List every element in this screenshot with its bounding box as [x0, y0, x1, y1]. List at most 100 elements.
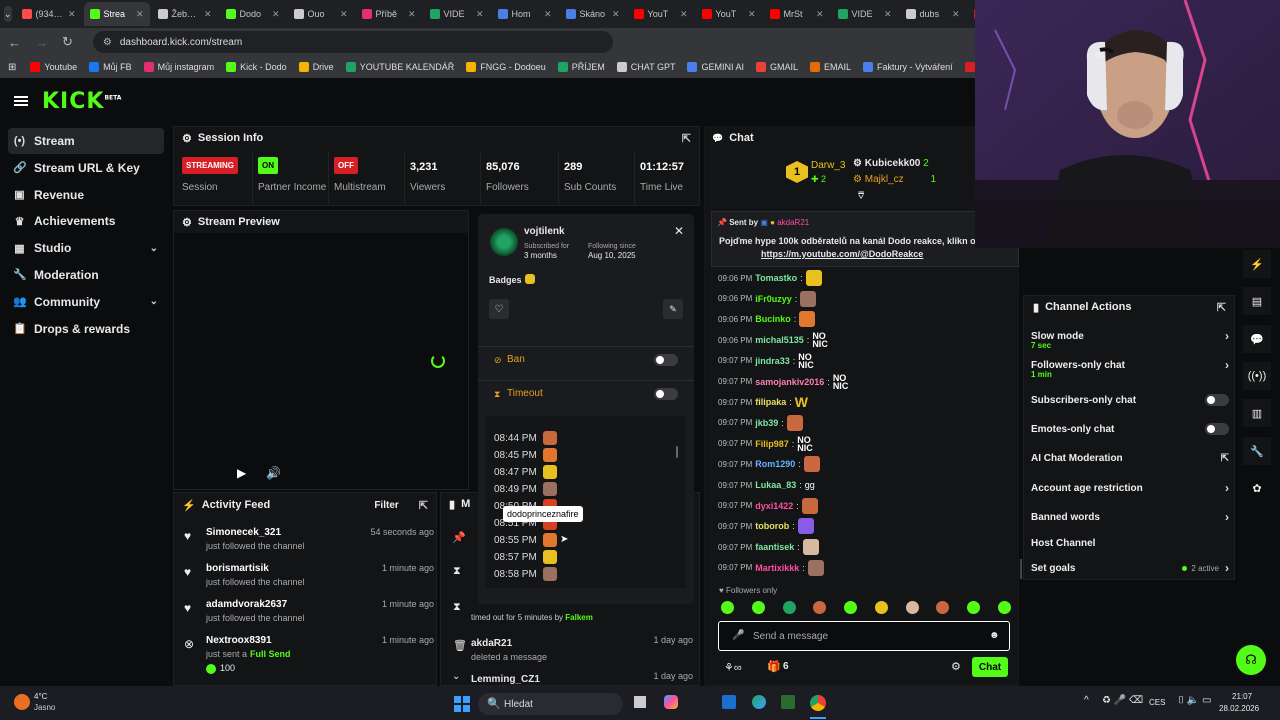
chevron-right-icon[interactable]: ›: [1225, 481, 1229, 495]
chat-username[interactable]: filipaka: [755, 397, 786, 407]
popout-icon[interactable]: ⇱: [419, 499, 428, 512]
broadcast-icon[interactable]: ((•)): [1243, 362, 1271, 390]
kick-logo[interactable]: KICKBETA: [42, 89, 121, 114]
external-link-icon[interactable]: ⇱: [1221, 453, 1229, 464]
reload-icon[interactable]: ↻: [62, 34, 73, 50]
chat-username[interactable]: Lukaa_83: [755, 480, 796, 490]
bookmark[interactable]: PŘÍJEM: [557, 62, 605, 72]
sidebar-item-achievements[interactable]: ♛ Achievements: [8, 208, 164, 234]
channel-action-account-age-restriction[interactable]: Account age restriction ›: [1031, 481, 1229, 495]
channel-action-set-goals[interactable]: Set goals 2 active ›: [1031, 561, 1229, 575]
chat-username[interactable]: Rom1290: [755, 459, 795, 469]
sidebar-item-stream[interactable]: (•) Stream: [8, 128, 164, 154]
copilot-icon[interactable]: [664, 695, 678, 709]
tab-menu-button[interactable]: ⌄: [4, 6, 12, 22]
user-card-username[interactable]: vojtilenk: [524, 226, 565, 237]
sidebar-item-community[interactable]: 👥 Community ⌄: [8, 289, 164, 315]
chat-message[interactable]: 09:06 PM Tomastko:: [718, 269, 822, 287]
mic-icon[interactable]: 🎤: [732, 630, 744, 641]
chat-username[interactable]: Martixikkk: [755, 563, 799, 573]
close-tab-icon[interactable]: ✕: [272, 9, 280, 20]
chat-username[interactable]: dyxi1422: [755, 501, 793, 511]
volume-icon[interactable]: 🔊: [266, 466, 281, 480]
chat-username[interactable]: faantisek: [755, 542, 794, 552]
close-tab-icon[interactable]: ✕: [136, 9, 144, 20]
chat-input[interactable]: 🎤 Send a message ☻: [718, 621, 1010, 651]
quick-action-icon[interactable]: ⚡: [1243, 250, 1271, 278]
taskbar-search[interactable]: 🔍 Hledat: [478, 693, 623, 715]
popout-icon[interactable]: ⇱: [682, 132, 691, 145]
emote-icon[interactable]: [721, 601, 734, 614]
browser-tab[interactable]: dubs ✕: [900, 2, 966, 26]
close-tab-icon[interactable]: ✕: [68, 9, 76, 20]
browser-tab[interactable]: Ruš✕: [968, 2, 975, 26]
emote-icon[interactable]: [751, 601, 765, 614]
menu-icon[interactable]: [14, 96, 28, 106]
browser-tab[interactable]: VIDE ✕: [832, 2, 898, 26]
send-chat-button[interactable]: Chat: [972, 657, 1008, 677]
bookmark[interactable]: EMAIL: [809, 62, 851, 72]
close-tab-icon[interactable]: ✕: [748, 9, 756, 20]
chat-username[interactable]: iFr0uzyy: [755, 294, 792, 304]
leaderboard-entry[interactable]: ⚙ Kubicekk00 2: [853, 158, 929, 169]
chrome-icon[interactable]: [810, 695, 826, 711]
pinned-message[interactable]: 📌 Sent by ▣ ● akdaR21 Pojďme hype 100k o…: [711, 211, 1019, 267]
channel-action-banned-words[interactable]: Banned words ›: [1031, 510, 1229, 524]
browser-tab[interactable]: Ouo ✕: [288, 2, 354, 26]
chat-username[interactable]: Tomastko: [755, 273, 797, 283]
emote-icon[interactable]: [782, 601, 796, 614]
history-row[interactable]: 08:44 PM: [494, 431, 557, 445]
mod-entry[interactable]: Lemming_CZ1 1 day ago: [471, 671, 693, 685]
expand-icon[interactable]: ⩢: [858, 191, 864, 202]
emote-icon[interactable]: [874, 601, 888, 614]
close-tab-icon[interactable]: ✕: [952, 9, 960, 20]
channel-action-emotes-only-chat[interactable]: Emotes-only chat: [1031, 422, 1229, 436]
emote-icon[interactable]: [813, 601, 827, 614]
history-scrollbar[interactable]: [676, 446, 678, 458]
close-tab-icon[interactable]: ✕: [408, 9, 416, 20]
channel-action-ai-chat-moderation[interactable]: AI Chat Moderation ⇱: [1031, 451, 1229, 465]
emote-icon[interactable]: [997, 601, 1011, 614]
activity-item[interactable]: ♥ borismartisik just followed the channel 1…: [184, 563, 434, 597]
channel-action-followers-only-chat[interactable]: Followers-only chat 1 min ›: [1031, 358, 1229, 379]
layout-icon[interactable]: ▥: [1243, 399, 1271, 427]
chat-message[interactable]: 09:07 PM filipaka: W: [718, 393, 808, 411]
emote-picker-icon[interactable]: ☻: [989, 630, 1000, 641]
activity-item[interactable]: ⊗ Nextroox8391 just sent a Full Send 1 minut…: [184, 635, 434, 674]
emote-icon[interactable]: [844, 601, 858, 614]
channel-action-host-channel[interactable]: Host Channel: [1031, 536, 1229, 550]
start-button[interactable]: [454, 696, 470, 712]
forward-icon[interactable]: →: [35, 35, 48, 50]
bookmark[interactable]: Faktury - Vytváření: [863, 62, 953, 72]
chat-message[interactable]: 09:07 PM toborob:: [718, 517, 814, 535]
chat-message[interactable]: 09:07 PM Lukaa_83: gg: [718, 476, 815, 494]
emote-icon[interactable]: [967, 601, 981, 614]
bookmark[interactable]: YOUTUBE KALENDÁŘ: [345, 62, 454, 72]
close-tab-icon[interactable]: ✕: [612, 9, 620, 20]
chevron-down-icon[interactable]: ⌄: [150, 243, 158, 254]
pinned-link[interactable]: https://m.youtube.com/@DodoReakce: [761, 249, 923, 259]
bookmark[interactable]: PNG to PDF: [964, 62, 975, 72]
chevron-right-icon[interactable]: ›: [1225, 358, 1229, 372]
support-button[interactable]: ☊: [1236, 645, 1266, 675]
toggle-switch[interactable]: [1205, 394, 1229, 406]
close-tab-icon[interactable]: ✕: [340, 9, 348, 20]
mod-entry[interactable]: akdaR21 1 day ago deleted a message: [471, 635, 693, 662]
ban-row[interactable]: ⊘ Ban: [478, 346, 694, 372]
chat-username[interactable]: Filip987: [755, 439, 789, 449]
clipboard-icon[interactable]: ▤: [1243, 287, 1271, 315]
chat-message[interactable]: 09:07 PM jindra33: NO NIC: [718, 352, 818, 370]
edge-icon[interactable]: [752, 695, 766, 709]
activity-item[interactable]: ♥ Simonecek_321 just followed the channel 5…: [184, 527, 434, 561]
browser-tab[interactable]: Dodo ✕: [220, 2, 286, 26]
browser-tab[interactable]: Příbě ✕: [356, 2, 422, 26]
chevron-down-icon[interactable]: ⌄: [452, 671, 460, 682]
clock-date[interactable]: 28.02.2026: [1219, 704, 1259, 713]
toggle-switch[interactable]: [1205, 423, 1229, 435]
chat-username[interactable]: jindra33: [755, 356, 790, 366]
emote-icon[interactable]: [936, 601, 950, 614]
community-icon[interactable]: ✿: [1243, 474, 1271, 502]
network-volume-icons[interactable]: ⌷ 🔈 ▭: [1178, 695, 1211, 706]
settings-icon[interactable]: ⚙: [951, 660, 961, 673]
chat-message[interactable]: 09:07 PM Filip987: NO NIC: [718, 435, 817, 453]
